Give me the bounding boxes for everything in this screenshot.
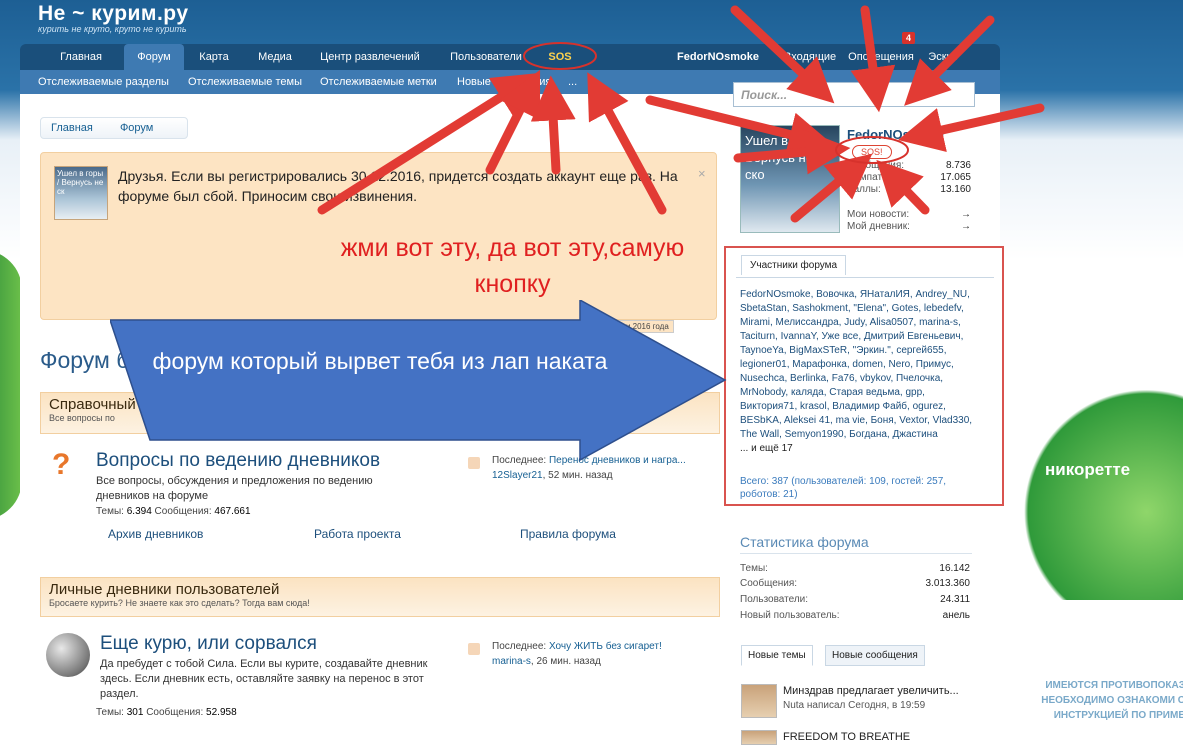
red-arrows-annotation	[317, 5, 1045, 223]
